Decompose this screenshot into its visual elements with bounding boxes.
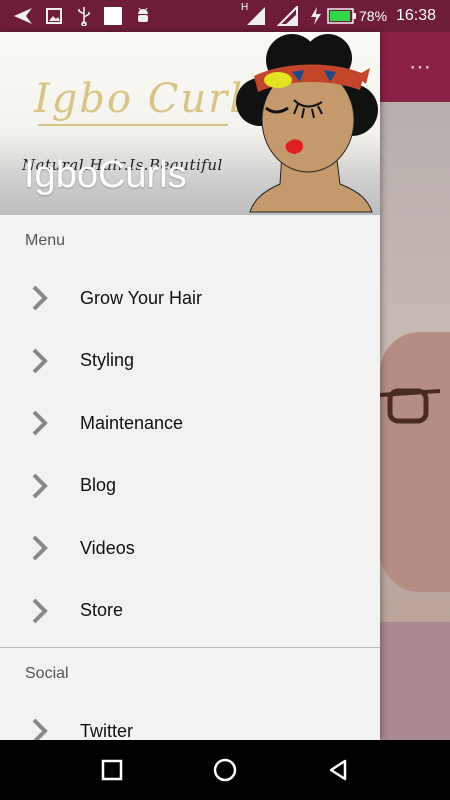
menu-item-label: Styling <box>80 350 135 371</box>
menu-item-blog[interactable]: Blog <box>0 455 380 518</box>
chevron-right-icon <box>32 473 48 499</box>
battery-percent: 78% <box>359 8 388 24</box>
recent-apps-icon[interactable] <box>92 750 132 790</box>
usb-icon <box>74 0 94 32</box>
chevron-right-icon <box>32 718 48 740</box>
menu-item-store[interactable]: Store <box>0 580 380 643</box>
navigation-drawer: Igbo Curls Natural.Hair.Is.Beautiful Igb… <box>0 32 380 740</box>
menu-item-label: Maintenance <box>80 412 184 433</box>
menu-item-label: Blog <box>80 475 117 496</box>
menu-item-label: Twitter <box>80 720 134 740</box>
home-icon[interactable] <box>205 750 245 790</box>
overflow-menu-icon[interactable]: ⋯ <box>409 54 432 80</box>
charging-icon <box>308 0 324 32</box>
image-icon <box>44 0 64 32</box>
menu-item-styling[interactable]: Styling <box>0 330 380 393</box>
section-label-social: Social <box>25 665 69 682</box>
photo-face <box>380 332 450 592</box>
chevron-right-icon <box>32 348 48 374</box>
glasses-icon <box>380 388 441 424</box>
clock: 16:38 <box>396 7 437 24</box>
drawer-header: Igbo Curls Natural.Hair.Is.Beautiful Igb… <box>0 32 380 215</box>
logo-illustration <box>236 34 378 213</box>
chevron-right-icon <box>32 535 48 561</box>
back-arrow-icon <box>8 0 36 32</box>
drawer-title: IgboCurls <box>24 154 187 196</box>
system-nav-bar <box>0 740 450 800</box>
chevron-right-icon <box>32 285 48 311</box>
white-square-icon <box>103 0 123 32</box>
logo-underline <box>38 124 228 126</box>
chevron-right-icon <box>32 410 48 436</box>
menu-item-maintenance[interactable]: Maintenance <box>0 392 380 455</box>
section-label-menu: Menu <box>25 232 66 249</box>
status-bar: H 78% 16:38 <box>0 0 450 32</box>
menu-item-label: Videos <box>80 537 135 558</box>
menu-item-videos[interactable]: Videos <box>0 517 380 580</box>
chevron-right-icon <box>32 598 48 624</box>
signal-icon <box>276 0 300 32</box>
menu-item-label: Store <box>80 600 124 621</box>
back-icon[interactable] <box>318 750 358 790</box>
android-debug-icon <box>133 0 153 32</box>
photo-shirt <box>380 622 450 740</box>
signal-icon <box>244 0 268 32</box>
menu-item-twitter[interactable]: Twitter <box>0 700 380 740</box>
battery-icon <box>326 0 358 32</box>
menu-item-grow-your-hair[interactable]: Grow Your Hair <box>0 267 380 330</box>
menu-item-label: Grow Your Hair <box>80 287 203 308</box>
